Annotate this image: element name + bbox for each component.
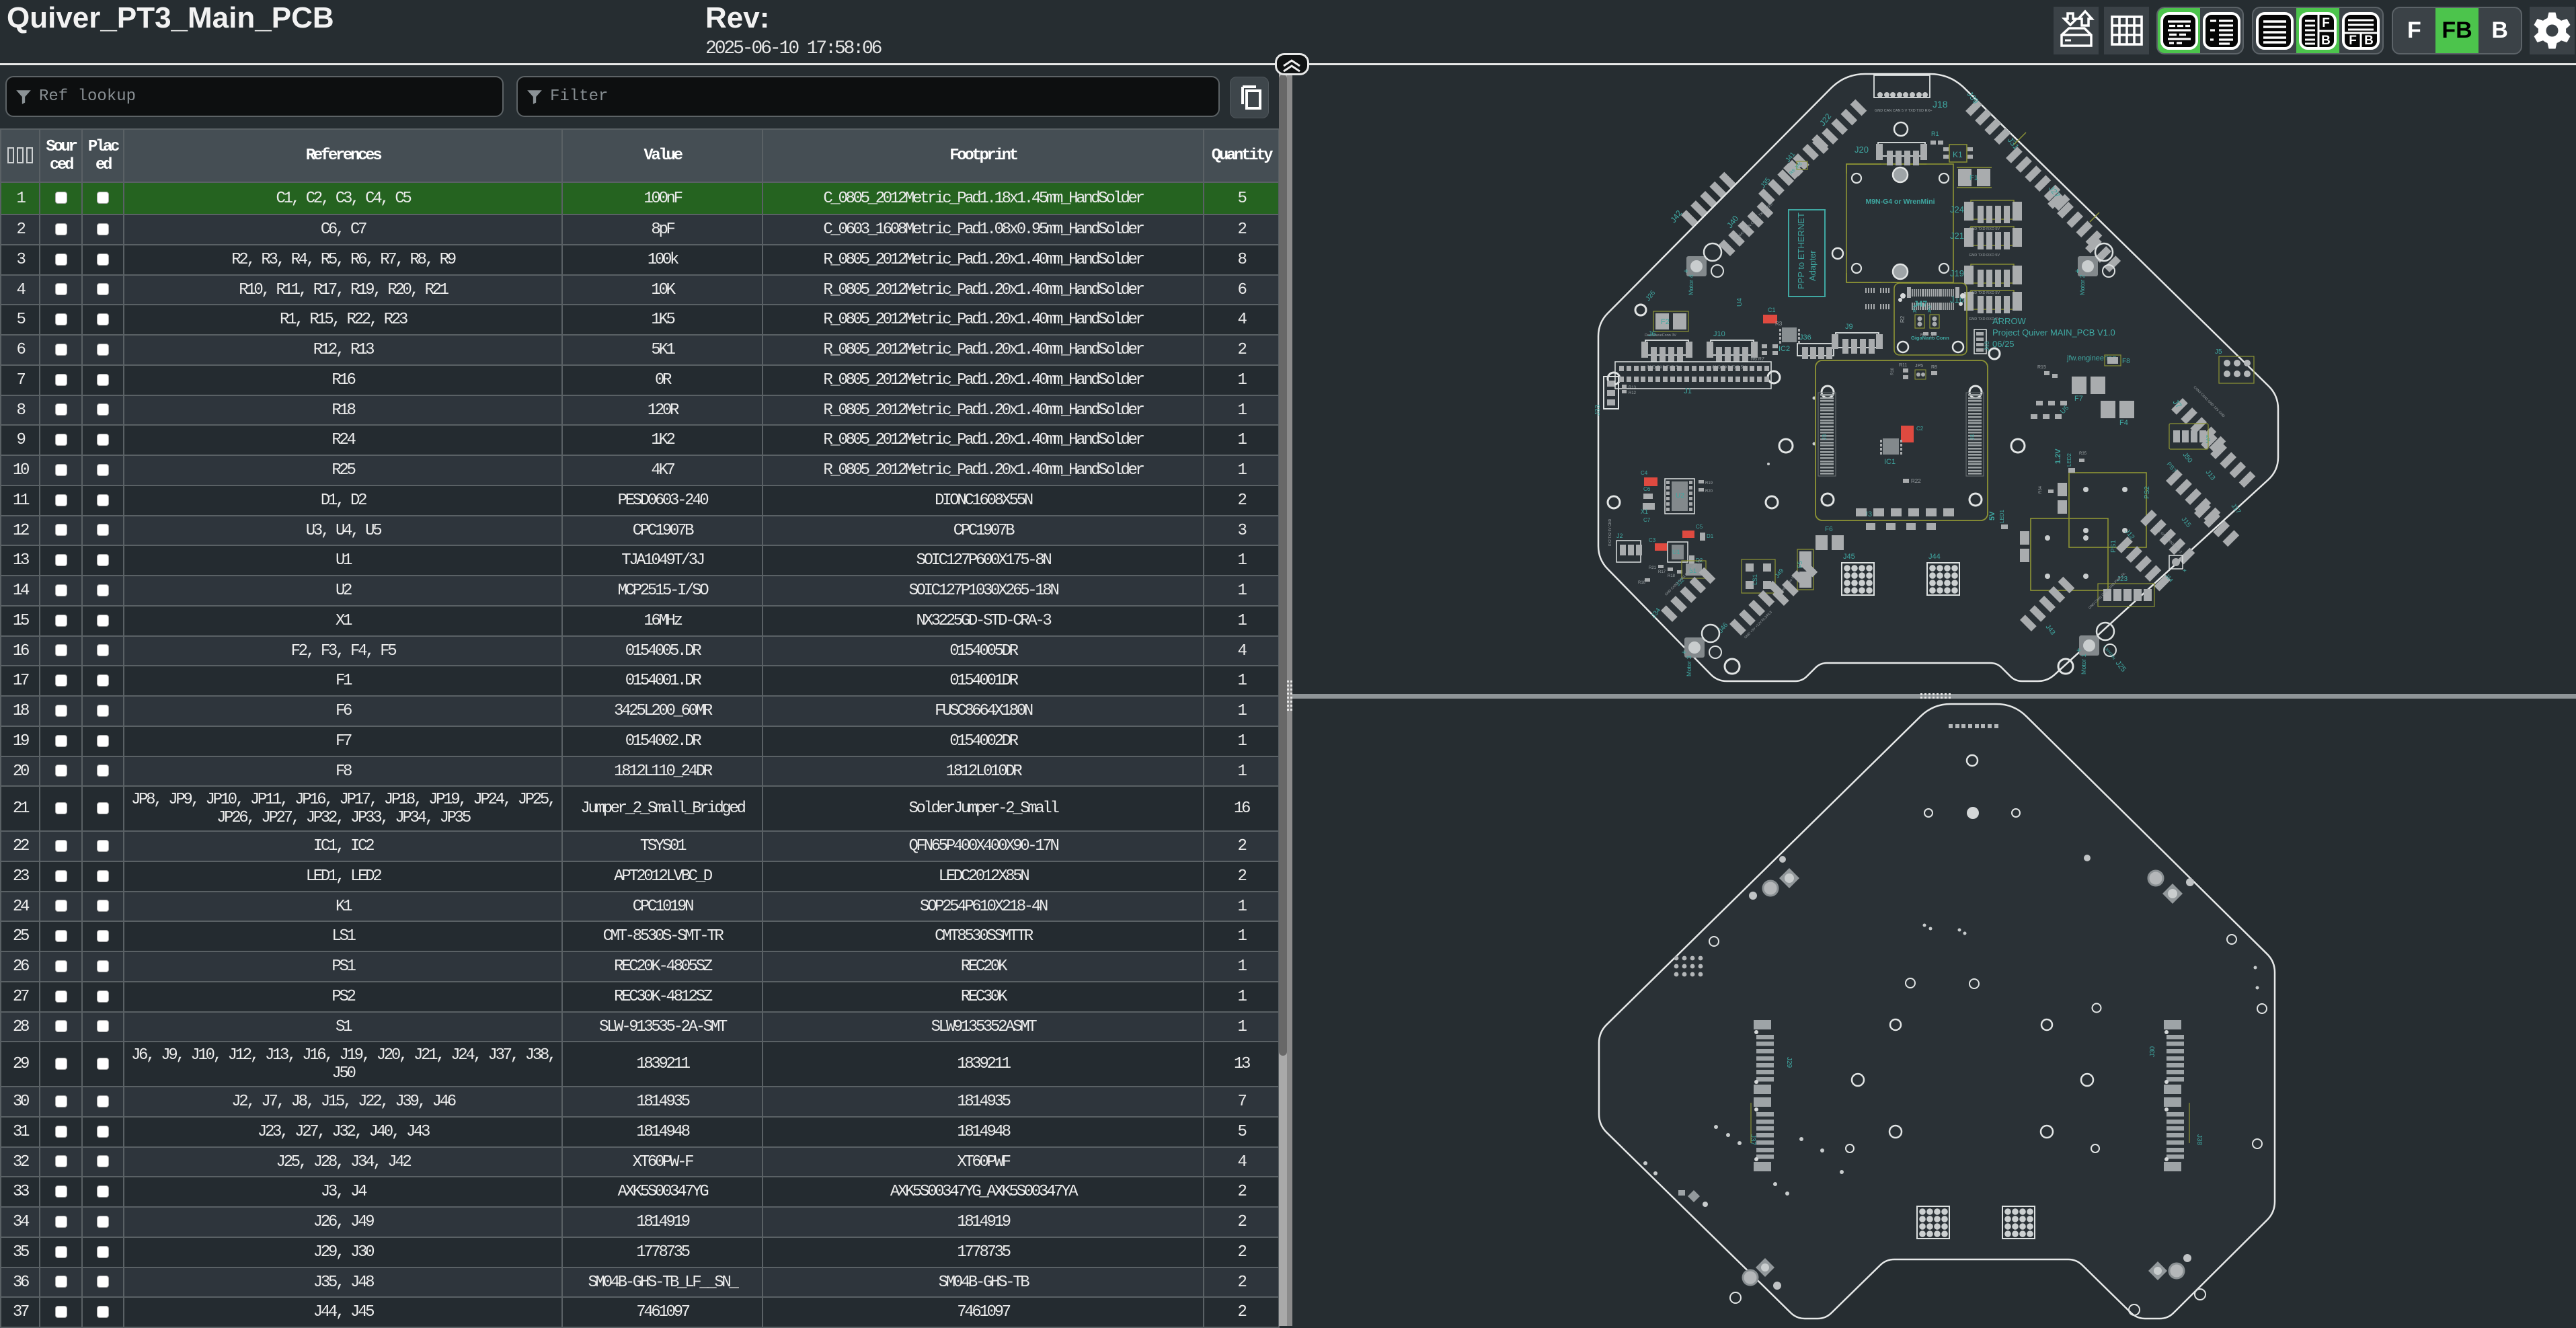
svg-text:R15: R15 bbox=[2037, 365, 2046, 370]
svg-text:LED2: LED2 bbox=[2066, 453, 2072, 467]
svg-text:5V: 5V bbox=[1988, 511, 1996, 520]
svg-text:R34: R34 bbox=[2039, 485, 2043, 494]
svg-text:J29: J29 bbox=[1785, 1057, 1793, 1068]
svg-text:+: + bbox=[1684, 266, 1688, 276]
svg-text:K1: K1 bbox=[1953, 150, 1963, 159]
svg-text:R12: R12 bbox=[1629, 391, 1637, 395]
svg-text:06/25: 06/25 bbox=[1992, 339, 2015, 349]
svg-text:R17: R17 bbox=[1658, 570, 1666, 574]
svg-text:Motor 4: Motor 4 bbox=[1688, 274, 1694, 295]
svg-text:J25: J25 bbox=[2114, 659, 2128, 673]
svg-text:LS1: LS1 bbox=[1752, 574, 1758, 585]
svg-text:R1: R1 bbox=[1931, 130, 1939, 137]
svg-text:U1: U1 bbox=[1672, 549, 1680, 555]
svg-text:J21: J21 bbox=[1950, 231, 1964, 241]
svg-text:J44: J44 bbox=[1928, 553, 1941, 561]
svg-text:J45: J45 bbox=[1843, 553, 1855, 561]
svg-text:R21: R21 bbox=[1649, 566, 1657, 570]
svg-text:J42: J42 bbox=[1668, 208, 1684, 225]
svg-text:R20: R20 bbox=[1705, 490, 1713, 494]
svg-text:F8: F8 bbox=[2122, 358, 2130, 365]
svg-text:+: + bbox=[2076, 646, 2081, 655]
svg-text:J19: J19 bbox=[1950, 268, 1964, 278]
svg-text:J10: J10 bbox=[1713, 330, 1725, 338]
svg-text:C6: C6 bbox=[1643, 486, 1651, 492]
svg-text:J38: J38 bbox=[2195, 1134, 2203, 1146]
svg-text:F7: F7 bbox=[2074, 395, 2083, 403]
svg-text:J9: J9 bbox=[1845, 323, 1853, 331]
svg-text:C3: C3 bbox=[1649, 537, 1656, 543]
svg-text:IC2: IC2 bbox=[1779, 345, 1790, 353]
svg-text:JP1: JP1 bbox=[1913, 305, 1918, 313]
svg-text:U2: U2 bbox=[1676, 492, 1684, 500]
svg-text:R11: R11 bbox=[1899, 363, 1907, 368]
svg-text:F2: F2 bbox=[1661, 318, 1670, 326]
svg-text:R16: R16 bbox=[1638, 581, 1646, 585]
svg-text:F: F bbox=[2349, 34, 2357, 48]
svg-text:R5: R5 bbox=[1931, 332, 1935, 338]
svg-text:U4: U4 bbox=[1736, 298, 1744, 307]
svg-text:J33: J33 bbox=[1594, 404, 1602, 416]
svg-text:J37: J37 bbox=[1749, 1134, 1756, 1146]
svg-text:F4: F4 bbox=[2119, 419, 2128, 427]
svg-text:J20: J20 bbox=[1855, 145, 1869, 155]
svg-text:Motor 2: Motor 2 bbox=[2079, 274, 2086, 295]
svg-text:F: F bbox=[2322, 16, 2330, 30]
svg-text:Motor 3: Motor 3 bbox=[1686, 656, 1692, 676]
svg-text:D1: D1 bbox=[1707, 533, 1714, 539]
svg-text:1.2V: 1.2V bbox=[2054, 448, 2062, 464]
svg-text:Motor 1: Motor 1 bbox=[2080, 654, 2087, 674]
svg-text:C2: C2 bbox=[1916, 426, 1924, 432]
svg-text:ARROW: ARROW bbox=[1992, 316, 2027, 326]
svg-text:+: + bbox=[2075, 266, 2080, 276]
svg-text:J48: J48 bbox=[1984, 341, 1990, 351]
svg-text:C4: C4 bbox=[1641, 470, 1648, 476]
svg-text:+: + bbox=[1682, 648, 1686, 657]
svg-text:J1: J1 bbox=[1684, 387, 1692, 395]
svg-text:C5: C5 bbox=[1696, 524, 1703, 530]
svg-text:J36: J36 bbox=[1799, 334, 1811, 342]
svg-text:IC1: IC1 bbox=[1884, 458, 1896, 466]
svg-text:PS2: PS2 bbox=[2144, 486, 2151, 499]
svg-text:GND CAN CAN 5 V TXD TXD RX+: GND CAN CAN 5 V TXD TXD RX+ bbox=[1875, 109, 1933, 113]
svg-text:J3: J3 bbox=[1822, 434, 1828, 440]
svg-text:X1: X1 bbox=[1641, 508, 1648, 515]
svg-text:B: B bbox=[2364, 34, 2374, 48]
svg-text:R10: R10 bbox=[1891, 367, 1895, 375]
svg-text:R35: R35 bbox=[2079, 452, 2087, 456]
svg-text:J30: J30 bbox=[2149, 1046, 2156, 1057]
svg-text:J2: J2 bbox=[1616, 533, 1623, 539]
svg-text:M9N-G4 or WrenMini: M9N-G4 or WrenMini bbox=[1865, 198, 1935, 206]
svg-text:JP5: JP5 bbox=[1915, 364, 1923, 368]
svg-text:C1: C1 bbox=[1768, 307, 1776, 313]
svg-text:R6 R7: R6 R7 bbox=[1751, 357, 1764, 362]
svg-text:PPP to ETHERNET: PPP to ETHERNET bbox=[1796, 212, 1806, 289]
svg-text:+: + bbox=[2183, 568, 2187, 575]
svg-text:R13: R13 bbox=[1629, 386, 1637, 390]
svg-text:RX2 TX2 5V GND: RX2 TX2 5V GND bbox=[1608, 518, 1612, 546]
svg-text:J5: J5 bbox=[2215, 348, 2222, 356]
svg-text:F6: F6 bbox=[1825, 526, 1833, 533]
svg-text:LED1: LED1 bbox=[1999, 509, 2005, 523]
svg-text:R2: R2 bbox=[1900, 315, 1906, 323]
svg-text:GND TXD RXD 5V: GND TXD RXD 5V bbox=[1969, 253, 2000, 258]
svg-text:PS1: PS1 bbox=[2110, 540, 2117, 553]
svg-text:R19: R19 bbox=[1705, 481, 1713, 485]
svg-text:C7: C7 bbox=[1643, 517, 1651, 523]
svg-text:J18: J18 bbox=[1933, 99, 1948, 110]
svg-text:JP2: JP2 bbox=[1928, 305, 1933, 313]
svg-text:J4: J4 bbox=[1969, 434, 1976, 440]
svg-text:R8: R8 bbox=[1931, 365, 1937, 370]
svg-text:R18: R18 bbox=[1668, 574, 1676, 578]
svg-text:B: B bbox=[2321, 34, 2331, 48]
svg-text:R3: R3 bbox=[1775, 321, 1783, 327]
svg-text:R22: R22 bbox=[1911, 478, 1921, 484]
svg-text:J24: J24 bbox=[1950, 204, 1964, 214]
svg-text:F1: F1 bbox=[1969, 174, 1978, 182]
svg-text:GigaNano Conn: GigaNano Conn bbox=[1911, 335, 1949, 341]
svg-text:Adapter: Adapter bbox=[1807, 250, 1818, 281]
svg-text:Project Quiver MAIN_PCB V1.0: Project Quiver MAIN_PCB V1.0 bbox=[1992, 327, 2115, 338]
svg-text:R4: R4 bbox=[1920, 334, 1926, 338]
svg-text:J6: J6 bbox=[1648, 330, 1656, 338]
